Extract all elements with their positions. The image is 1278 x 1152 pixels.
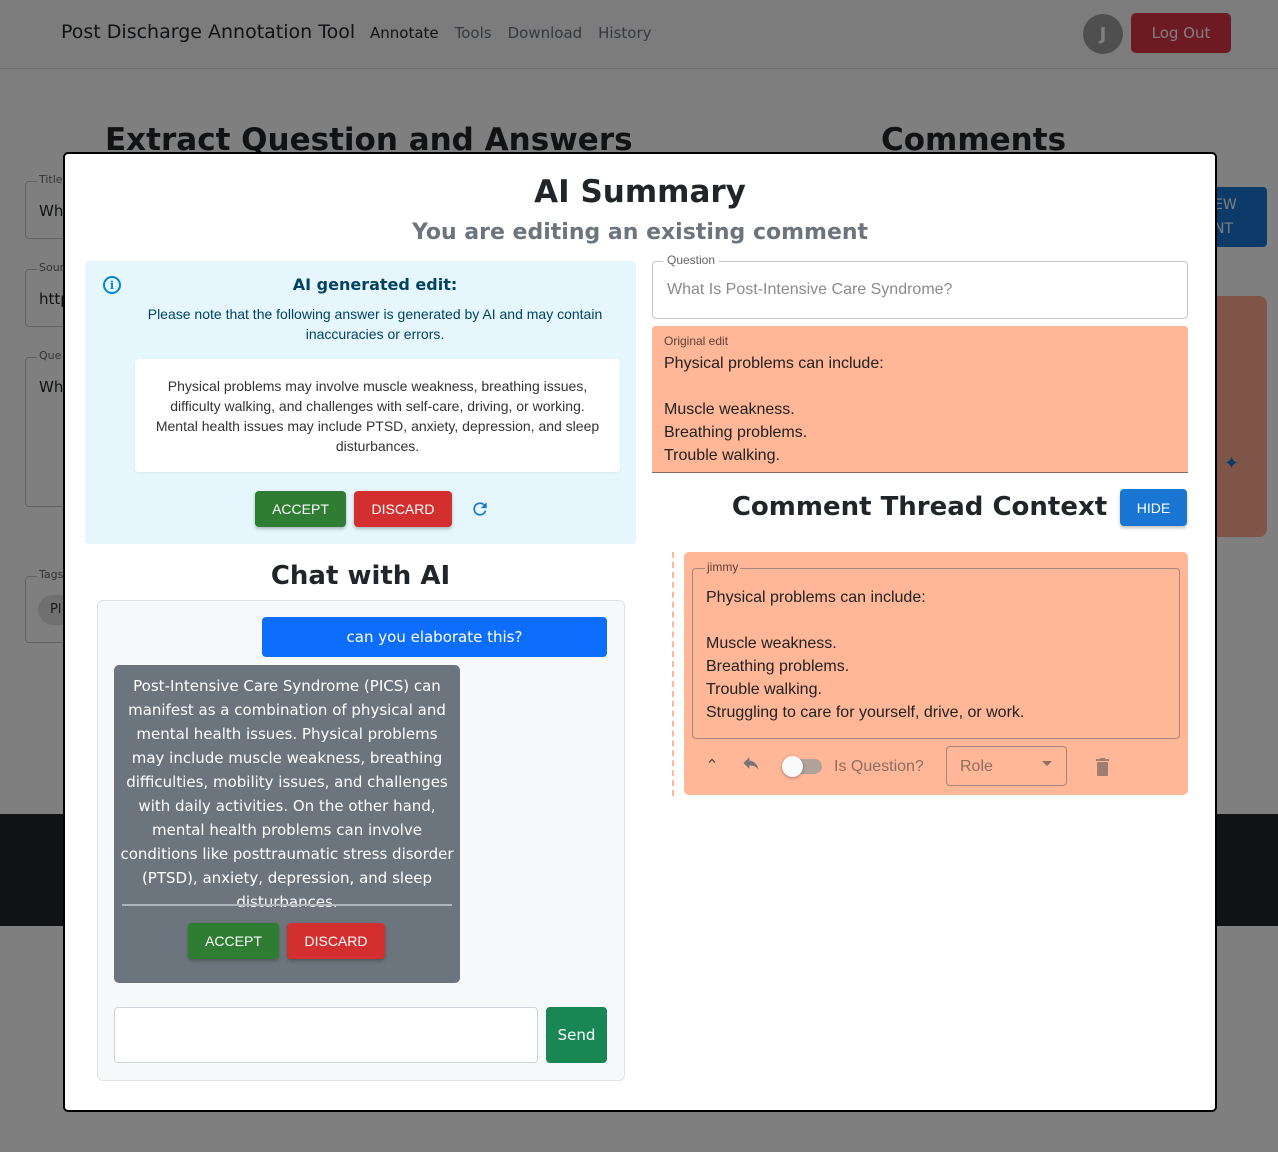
- ai-edit-answer: Physical problems may involve muscle wea…: [135, 359, 620, 472]
- role-select[interactable]: Role: [946, 746, 1067, 786]
- trash-icon[interactable]: [1096, 758, 1109, 776]
- question-field-value: What Is Post-Intensive Care Syndrome?: [667, 281, 953, 298]
- ai-edit-title: AI generated edit:: [292, 275, 458, 294]
- ai-message-divider: [122, 904, 452, 906]
- is-question-toggle[interactable]: [782, 756, 822, 777]
- thread-title: Comment Thread Context: [731, 492, 1108, 522]
- modal-subtitle: You are editing an existing comment: [411, 220, 869, 245]
- send-button[interactable]: Send: [546, 1007, 607, 1063]
- reply-icon[interactable]: [741, 753, 761, 779]
- toggle-thumb: [782, 756, 803, 777]
- original-edit-label: Original edit: [664, 334, 729, 348]
- thread-connector: [672, 552, 674, 796]
- comment-author: jimmy: [705, 560, 741, 574]
- hide-button[interactable]: HIDE: [1120, 489, 1187, 526]
- is-question-label: Is Question?: [834, 758, 924, 775]
- chevron-down-icon: [1042, 761, 1052, 766]
- ai-generated-edit-alert: i AI generated edit: Please note that th…: [85, 261, 636, 544]
- chat-title: Chat with AI: [270, 561, 451, 591]
- modal-title: AI Summary: [534, 174, 746, 210]
- thread-comment-card: jimmy Physical problems can include: Mus…: [684, 552, 1188, 795]
- ai-message: Post-Intensive Care Syndrome (PICS) can …: [114, 665, 460, 983]
- ai-message-text: Post-Intensive Care Syndrome (PICS) can …: [120, 677, 454, 911]
- role-select-value: Role: [960, 758, 993, 775]
- ai-summary-modal: AI Summary You are editing an existing c…: [63, 152, 1217, 1112]
- thread-comment-field[interactable]: jimmy Physical problems can include: Mus…: [692, 560, 1180, 739]
- accept-edit-button[interactable]: ACCEPT: [255, 491, 346, 527]
- ai-edit-note: Please note that the following answer is…: [147, 306, 603, 342]
- accept-chat-button[interactable]: ACCEPT: [188, 923, 279, 959]
- user-message: can you elaborate this?: [262, 617, 607, 657]
- discard-edit-button[interactable]: DISCARD: [354, 491, 452, 527]
- original-edit-text: Physical problems can include: Muscle we…: [664, 355, 884, 464]
- info-icon: i: [103, 276, 121, 294]
- discard-chat-button[interactable]: DISCARD: [287, 923, 385, 959]
- chat-panel: can you elaborate this? Post-Intensive C…: [97, 600, 625, 1081]
- chevron-up-icon[interactable]: [705, 754, 719, 773]
- question-field-label: Question: [663, 253, 720, 267]
- chat-input[interactable]: [114, 1007, 538, 1063]
- question-field[interactable]: Question What Is Post-Intensive Care Syn…: [652, 253, 1188, 319]
- refresh-icon[interactable]: [469, 498, 491, 520]
- original-edit-field[interactable]: Original edit Physical problems can incl…: [652, 326, 1188, 473]
- comment-text: Physical problems can include: Muscle we…: [706, 589, 1025, 721]
